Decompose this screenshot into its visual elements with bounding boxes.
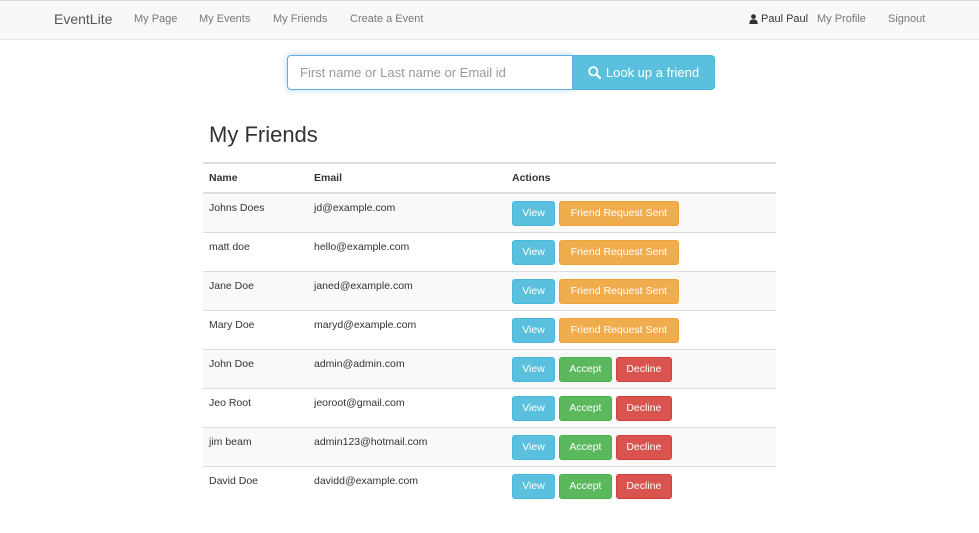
- look-up-friend-label: Look up a friend: [605, 65, 700, 80]
- friend-actions: View Friend Request Sent: [506, 270, 776, 310]
- user-name: Paul Paul: [761, 13, 809, 25]
- nav-my-page[interactable]: My Page: [134, 13, 177, 25]
- page-title: My Friends: [209, 122, 318, 147]
- table-header-row: Name Email Actions: [203, 162, 776, 194]
- nav-my-friends[interactable]: My Friends: [273, 13, 327, 25]
- friend-email: admin@admin.com: [308, 348, 506, 388]
- view-button[interactable]: View: [512, 201, 555, 226]
- decline-button[interactable]: Decline: [615, 473, 672, 499]
- table-row: Jane Doe janed@example.com View Friend R…: [203, 270, 776, 310]
- friend-request-sent-button[interactable]: Friend Request Sent: [558, 278, 679, 304]
- table-row: John Doe admin@admin.com View Accept Dec…: [203, 348, 776, 388]
- friend-email: maryd@example.com: [308, 309, 506, 349]
- nav-create-event[interactable]: Create a Event: [350, 13, 423, 25]
- view-button[interactable]: View: [512, 356, 555, 382]
- friend-request-sent-button[interactable]: Friend Request Sent: [558, 239, 679, 265]
- friend-actions: View Friend Request Sent: [506, 309, 776, 349]
- header-name: Name: [203, 162, 308, 194]
- friend-name: matt doe: [203, 231, 308, 271]
- friend-name: John Doe: [203, 348, 308, 388]
- friend-name: Mary Doe: [203, 309, 308, 349]
- friend-name: David Doe: [203, 465, 308, 505]
- friend-email: admin123@hotmail.com: [308, 426, 506, 466]
- nav-my-profile[interactable]: My Profile: [817, 13, 866, 25]
- navbar: EventLite My Page My Events My Friends C…: [0, 0, 979, 40]
- view-button[interactable]: View: [512, 473, 555, 499]
- friend-name: Johns Does: [203, 192, 308, 232]
- decline-button[interactable]: Decline: [615, 395, 672, 421]
- friend-name: jim beam: [203, 426, 308, 466]
- search-icon: [588, 66, 601, 79]
- friend-actions: View Accept Decline: [506, 465, 776, 505]
- header-email: Email: [308, 162, 506, 194]
- view-button[interactable]: View: [512, 239, 555, 265]
- header-actions: Actions: [506, 162, 776, 194]
- table-row: Jeo Root jeoroot@gmail.com View Accept D…: [203, 387, 776, 427]
- nav-my-events[interactable]: My Events: [199, 13, 250, 25]
- friend-actions: View Friend Request Sent: [506, 231, 776, 271]
- accept-button[interactable]: Accept: [558, 434, 612, 460]
- friend-email: jeoroot@gmail.com: [308, 387, 506, 427]
- nav-user[interactable]: Paul Paul: [749, 13, 808, 25]
- brand-link[interactable]: EventLite: [54, 11, 112, 27]
- table-row: David Doe davidd@example.com View Accept…: [203, 465, 776, 505]
- friend-actions: View Accept Decline: [506, 426, 776, 466]
- friend-email: jd@example.com: [308, 192, 506, 232]
- friend-request-sent-button[interactable]: Friend Request Sent: [558, 317, 679, 343]
- friend-actions: View Friend Request Sent: [506, 192, 776, 232]
- accept-button[interactable]: Accept: [558, 473, 612, 499]
- table-row: jim beam admin123@hotmail.com View Accep…: [203, 426, 776, 466]
- table-row: Mary Doe maryd@example.com View Friend R…: [203, 309, 776, 349]
- accept-button[interactable]: Accept: [558, 356, 612, 382]
- decline-button[interactable]: Decline: [615, 356, 672, 382]
- friend-actions: View Accept Decline: [506, 387, 776, 427]
- friend-email: davidd@example.com: [308, 465, 506, 505]
- decline-button[interactable]: Decline: [615, 434, 672, 460]
- view-button[interactable]: View: [512, 278, 555, 304]
- user-icon: [749, 14, 758, 24]
- view-button[interactable]: View: [512, 317, 555, 343]
- friend-email: hello@example.com: [308, 231, 506, 271]
- friend-search: Look up a friend: [287, 55, 715, 90]
- friend-email: janed@example.com: [308, 270, 506, 310]
- friend-actions: View Accept Decline: [506, 348, 776, 388]
- look-up-friend-button[interactable]: Look up a friend: [573, 55, 715, 90]
- table-row: matt doe hello@example.com View Friend R…: [203, 231, 776, 271]
- friend-name: Jane Doe: [203, 270, 308, 310]
- friend-name: Jeo Root: [203, 387, 308, 427]
- view-button[interactable]: View: [512, 434, 555, 460]
- nav-signout[interactable]: Signout: [888, 13, 925, 25]
- table-row: Johns Does jd@example.com View Friend Re…: [203, 192, 776, 232]
- friends-table: Name Email Actions Johns Does jd@example…: [203, 162, 776, 505]
- accept-button[interactable]: Accept: [558, 395, 612, 421]
- friend-search-input[interactable]: [287, 55, 573, 90]
- view-button[interactable]: View: [512, 395, 555, 421]
- friend-request-sent-button[interactable]: Friend Request Sent: [558, 201, 679, 226]
